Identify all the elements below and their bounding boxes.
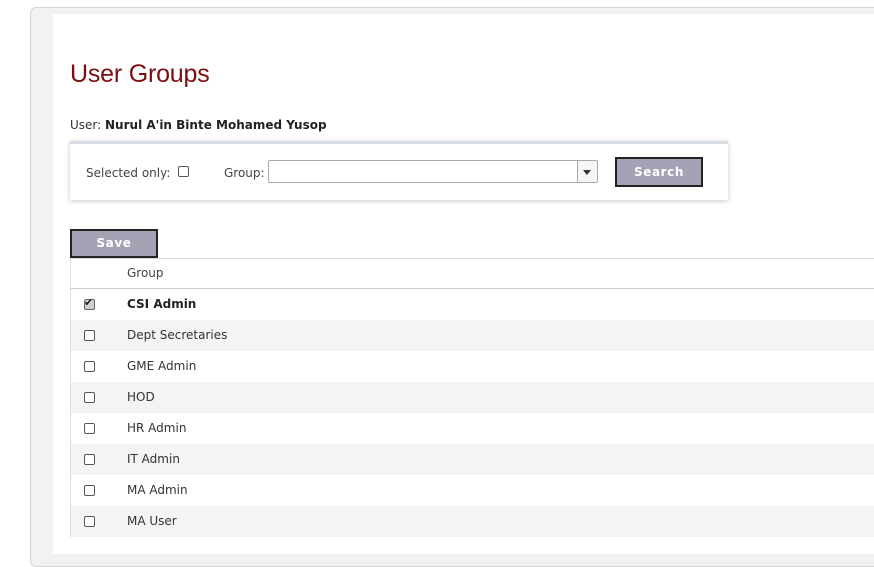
row-checkbox[interactable] <box>84 423 95 434</box>
user-label: User: <box>70 118 102 132</box>
table-row: ✔ CSI Admin <box>71 289 874 320</box>
table-row: Dept Secretaries <box>71 320 874 351</box>
group-name: GME Admin <box>127 359 197 373</box>
filter-panel: Selected only: Group: Search <box>70 141 728 200</box>
page-title: User Groups <box>70 60 210 88</box>
row-checkbox[interactable]: ✔ <box>84 296 95 310</box>
group-name: Dept Secretaries <box>127 328 228 342</box>
group-name: HR Admin <box>127 421 187 435</box>
row-checkbox[interactable] <box>84 454 95 465</box>
group-name: CSI Admin <box>127 297 197 311</box>
row-checkbox[interactable] <box>84 485 95 496</box>
table-row: MA User <box>71 506 874 537</box>
group-name: MA User <box>127 514 177 528</box>
row-checkbox[interactable] <box>84 392 95 403</box>
table-row: HOD <box>71 382 874 413</box>
chevron-down-icon <box>583 170 591 175</box>
group-name: HOD <box>127 390 155 404</box>
table-row: HR Admin <box>71 413 874 444</box>
user-name: Nurul A'in Binte Mohamed Yusop <box>105 118 327 132</box>
table-header: Group <box>71 259 874 289</box>
search-button[interactable]: Search <box>615 157 703 187</box>
row-checkbox[interactable] <box>84 516 95 527</box>
group-select[interactable] <box>268 160 598 183</box>
save-button[interactable]: Save <box>70 229 158 258</box>
row-checkbox[interactable] <box>84 361 95 372</box>
selected-only-label: Selected only: <box>86 166 171 180</box>
selected-only-checkbox[interactable] <box>178 166 189 177</box>
table-row: IT Admin <box>71 444 874 475</box>
groups-table: Group ✔ CSI Admin Dept Secretaries GME Admi… <box>70 258 874 537</box>
table-body: ✔ CSI Admin Dept Secretaries GME Admin HOD HR… <box>71 289 874 537</box>
group-name: IT Admin <box>127 452 180 466</box>
checkmark-icon: ✔ <box>84 296 94 309</box>
column-header-group: Group <box>127 266 164 280</box>
table-row: GME Admin <box>71 351 874 382</box>
group-filter-label: Group: <box>224 166 265 180</box>
dropdown-arrow-button[interactable] <box>577 161 597 182</box>
table-row: MA Admin <box>71 475 874 506</box>
user-info: User: Nurul A'in Binte Mohamed Yusop <box>70 118 327 132</box>
row-checkbox[interactable] <box>84 330 95 341</box>
group-name: MA Admin <box>127 483 188 497</box>
